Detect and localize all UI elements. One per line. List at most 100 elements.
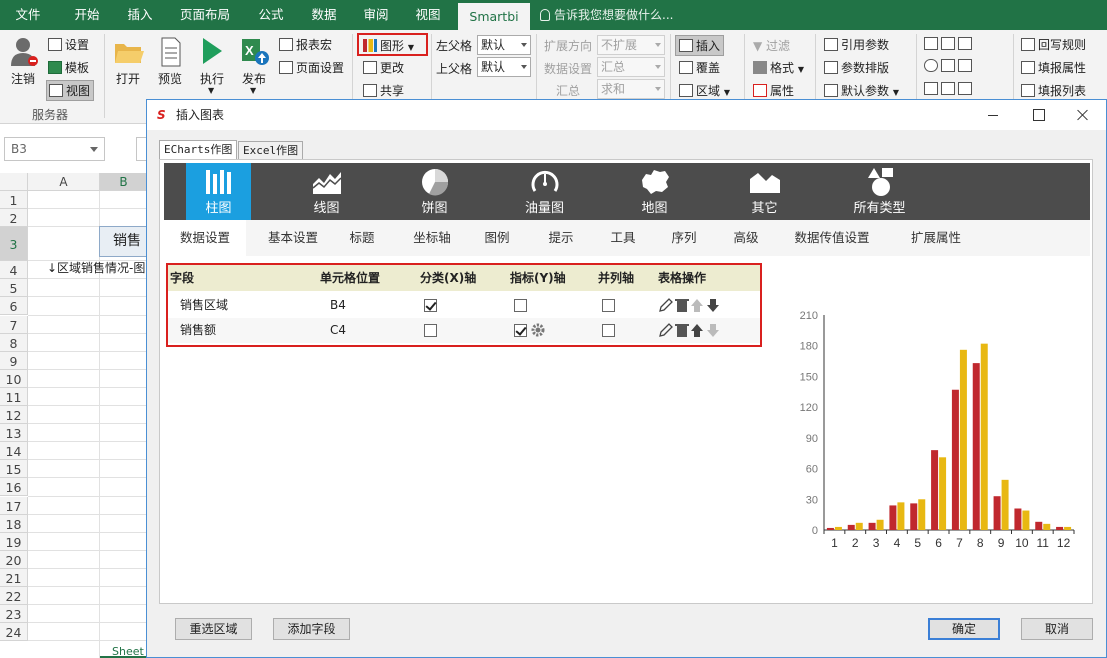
maximize-button[interactable]: [1016, 100, 1062, 130]
tab-tools[interactable]: 工具: [597, 220, 649, 256]
cell-a4[interactable]: ↓区域销售情况-图: [29, 258, 149, 278]
row-header[interactable]: 6: [0, 297, 28, 316]
area-button[interactable]: 区域 ▼: [679, 82, 730, 99]
x-axis-checkbox[interactable]: [424, 324, 437, 337]
grid-widget-icon[interactable]: [941, 82, 955, 95]
tab-echarts[interactable]: ECharts作图: [159, 140, 238, 160]
tab-home[interactable]: 开始: [62, 0, 112, 30]
move-up-arrow-icon[interactable]: [691, 324, 703, 337]
preview-button[interactable]: 预览: [158, 70, 182, 87]
row-header[interactable]: 5: [0, 279, 28, 298]
calendar-widget-icon[interactable]: [958, 37, 972, 50]
x-axis-checkbox[interactable]: [424, 299, 437, 312]
checkbox-widget-icon[interactable]: [924, 82, 938, 95]
param-layout-button[interactable]: 参数排版: [824, 59, 889, 76]
tab-data-settings[interactable]: 数据设置: [164, 220, 246, 256]
change-button[interactable]: 更改: [363, 59, 404, 76]
parallel-axis-checkbox[interactable]: [602, 324, 615, 337]
filter-button[interactable]: ▼ 过滤: [753, 37, 790, 54]
chart-type-all-item[interactable]: 所有类型: [842, 163, 917, 220]
parallel-axis-checkbox[interactable]: [602, 299, 615, 312]
row-header[interactable]: 3: [0, 227, 28, 262]
chart-type-bar-item[interactable]: 柱图: [186, 163, 251, 220]
tab-data[interactable]: 数据: [302, 0, 346, 30]
tab-basic-settings[interactable]: 基本设置: [252, 220, 334, 256]
row-header[interactable]: 24: [0, 623, 28, 642]
close-button[interactable]: [1060, 100, 1106, 130]
tab-formulas[interactable]: 公式: [248, 0, 294, 30]
chart-type-line-item[interactable]: 线图: [294, 163, 359, 220]
row-header[interactable]: 9: [0, 351, 28, 370]
tab-tooltip[interactable]: 提示: [535, 220, 587, 256]
move-down-arrow-icon[interactable]: [707, 324, 719, 337]
ok-button[interactable]: 确定: [928, 618, 1000, 640]
ref-param-button[interactable]: 引用参数: [824, 36, 889, 53]
label-widget-icon[interactable]: [958, 82, 972, 95]
delete-trash-icon[interactable]: [675, 324, 689, 337]
chart-type-gauge-item[interactable]: 油量图: [512, 163, 577, 220]
top-parent-select[interactable]: 默认: [477, 57, 531, 77]
default-param-button[interactable]: 默认参数 ▼: [824, 82, 899, 99]
tab-legend[interactable]: 图例: [471, 220, 523, 256]
row-header[interactable]: 2: [0, 209, 28, 228]
row-header[interactable]: 8: [0, 333, 28, 352]
tab-series[interactable]: 序列: [658, 220, 710, 256]
view-button[interactable]: 视图: [46, 80, 95, 101]
cell-b3[interactable]: 销售: [99, 226, 148, 257]
summary-select[interactable]: 求和: [597, 79, 665, 99]
row-header[interactable]: 11: [0, 387, 28, 406]
chart-button[interactable]: 图形 ▼: [363, 37, 414, 54]
format-button[interactable]: 格式 ▼: [753, 59, 804, 76]
column-header-a[interactable]: A: [28, 173, 100, 191]
settings-button[interactable]: 设置: [48, 36, 89, 53]
row-header[interactable]: 16: [0, 478, 28, 497]
row-header[interactable]: 17: [0, 496, 28, 515]
tab-axis[interactable]: 坐标轴: [400, 220, 464, 256]
share-button[interactable]: 共享: [363, 82, 404, 99]
dropdown-widget-icon[interactable]: [958, 59, 972, 72]
y-axis-checkbox[interactable]: [514, 324, 527, 337]
sheet-tab[interactable]: Sheet: [100, 645, 148, 658]
row-header[interactable]: 22: [0, 587, 28, 606]
writeback-rule-button[interactable]: 回写规则: [1021, 36, 1086, 53]
tab-smartbi[interactable]: Smartbi: [458, 3, 530, 30]
row-header[interactable]: 1: [0, 191, 28, 210]
chart-type-pie-item[interactable]: 饼图: [402, 163, 467, 220]
tree-widget-icon[interactable]: [941, 59, 955, 72]
cancel-button[interactable]: 取消: [1021, 618, 1093, 640]
row-header[interactable]: 4: [0, 261, 28, 280]
add-field-button[interactable]: 添加字段: [273, 618, 350, 640]
move-down-arrow-icon[interactable]: [707, 299, 719, 312]
publish-dropdown-icon[interactable]: ▼: [250, 86, 256, 95]
select-all-corner[interactable]: [0, 173, 28, 191]
run-dropdown-icon[interactable]: ▼: [208, 86, 214, 95]
row-header[interactable]: 7: [0, 315, 28, 334]
expand-direction-select[interactable]: 不扩展: [597, 35, 665, 55]
name-box[interactable]: B3: [4, 137, 105, 161]
row-header[interactable]: 12: [0, 406, 28, 425]
row-header[interactable]: 23: [0, 605, 28, 624]
tab-excel-chart[interactable]: Excel作图: [238, 141, 304, 160]
radio-widget-icon[interactable]: [924, 59, 938, 72]
y-axis-checkbox[interactable]: [514, 299, 527, 312]
tab-insert[interactable]: 插入: [116, 0, 164, 30]
tab-data-passing[interactable]: 数据传值设置: [782, 220, 882, 256]
row-header[interactable]: 10: [0, 369, 28, 388]
tell-me-search[interactable]: 告诉我您想要做什么...: [540, 0, 673, 30]
insert-mode-button[interactable]: 插入: [675, 35, 725, 56]
row-header[interactable]: 14: [0, 442, 28, 461]
tab-extended-props[interactable]: 扩展属性: [894, 220, 978, 256]
reselect-range-button[interactable]: 重选区域: [175, 618, 252, 640]
column-header-b[interactable]: B: [100, 173, 148, 191]
open-button[interactable]: 打开: [116, 70, 140, 87]
chart-type-other-item[interactable]: 其它: [732, 163, 797, 220]
delete-trash-icon[interactable]: [675, 299, 689, 312]
page-setup-button[interactable]: 页面设置: [279, 59, 344, 76]
fill-list-button[interactable]: 填报列表: [1021, 82, 1086, 99]
left-parent-select[interactable]: 默认: [477, 35, 531, 55]
run-button[interactable]: 执行: [200, 70, 224, 87]
tab-view[interactable]: 视图: [406, 0, 450, 30]
row-header[interactable]: 13: [0, 424, 28, 443]
tab-advanced[interactable]: 高级: [720, 220, 772, 256]
tab-title[interactable]: 标题: [338, 220, 386, 256]
